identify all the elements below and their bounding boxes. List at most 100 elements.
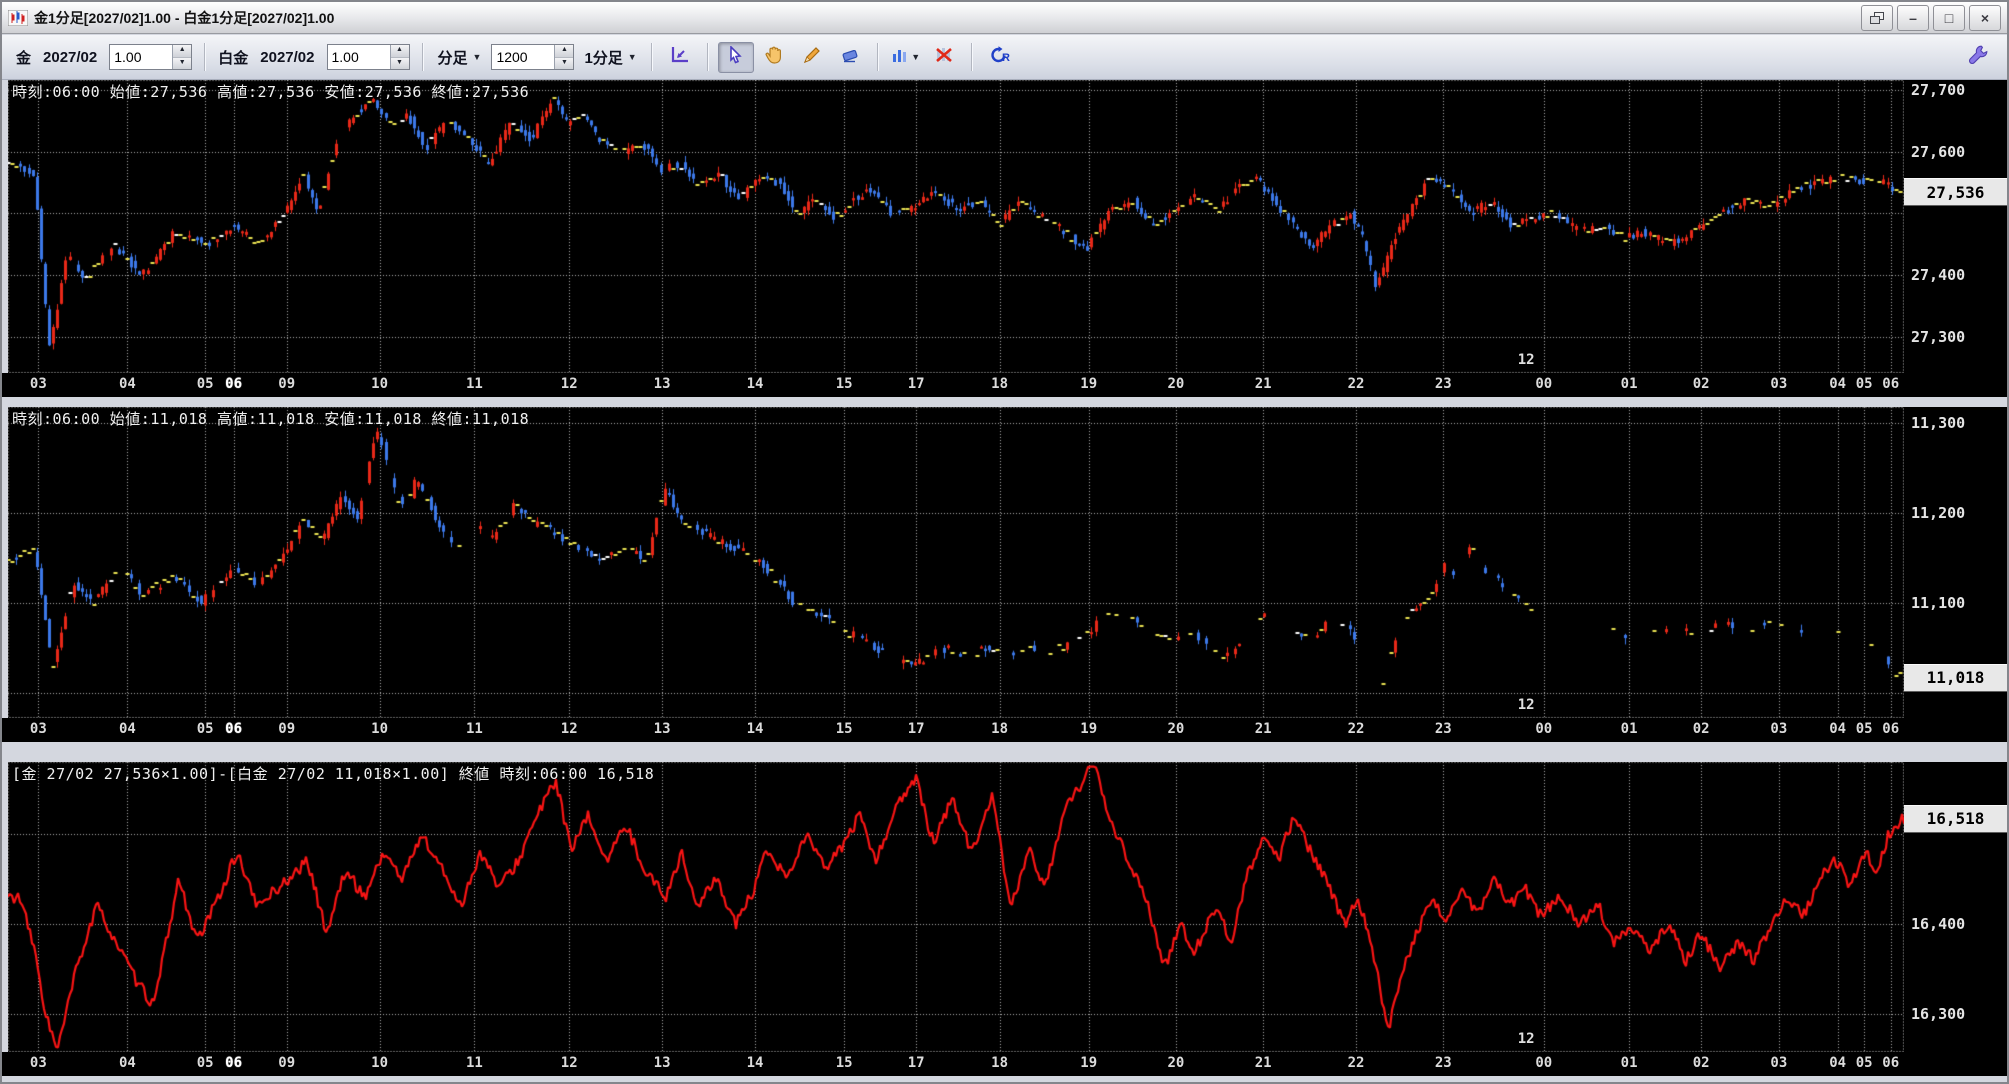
time-axis-label: 17 xyxy=(908,376,925,392)
minimize-icon: – xyxy=(1909,10,1917,26)
cursor-tool-icon xyxy=(727,46,745,69)
time-axis-label: 17 xyxy=(908,1055,925,1071)
gold-chart-canvas[interactable] xyxy=(8,80,1904,373)
axis-scale-tool-button[interactable] xyxy=(662,42,698,73)
time-axis-label: 20 xyxy=(1167,1055,1184,1071)
time-axis-label: 19 xyxy=(1080,721,1097,737)
bar-count-spinner[interactable]: ▲▼ xyxy=(491,44,574,70)
chart-type-tool-button[interactable]: ▼ xyxy=(888,42,924,73)
time-axis: 0304050609101112131415171819202122230001… xyxy=(2,1052,2007,1076)
title-bar[interactable]: 金1分足[2027/02]1.00 - 白金1分足[2027/02]1.00 –… xyxy=(2,2,2007,34)
time-axis-label: 15 xyxy=(836,376,853,392)
float-window-button[interactable] xyxy=(1861,5,1893,31)
spin-down-icon[interactable]: ▼ xyxy=(555,58,573,70)
gold-multiplier-input[interactable] xyxy=(110,45,172,69)
time-axis-label: 22 xyxy=(1348,376,1365,392)
spin-up-icon[interactable]: ▲ xyxy=(391,45,409,58)
time-axis-label: 04 xyxy=(1829,376,1846,392)
time-axis: 0304050609101112131415171819202122230001… xyxy=(2,373,2007,397)
toolbar-separator xyxy=(877,43,879,71)
time-axis-label: 03 xyxy=(30,721,47,737)
time-axis-label: 04 xyxy=(1829,1055,1846,1071)
price-axis-label: 11,100 xyxy=(1911,594,1965,612)
price-axis-label: 16,300 xyxy=(1911,1005,1965,1023)
time-axis-label: 03 xyxy=(30,1055,47,1071)
time-axis-label: 18 xyxy=(991,376,1008,392)
spin-down-icon[interactable]: ▼ xyxy=(391,58,409,70)
time-axis-label: 12 xyxy=(561,376,578,392)
time-axis-label: 01 xyxy=(1621,376,1638,392)
erase-tool-button[interactable] xyxy=(832,42,868,73)
platinum-multiplier-input[interactable] xyxy=(328,45,390,69)
minute-chart-dropdown[interactable]: 分足▼ xyxy=(432,44,488,71)
price-axis-label: 11,300 xyxy=(1911,414,1965,432)
gold-ohlc-readout: 時刻:06:00 始値:27,536 高値:27,536 安値:27,536 終… xyxy=(12,81,529,102)
settings-wrench-button[interactable] xyxy=(1963,42,1993,68)
toolbar-separator xyxy=(204,43,206,71)
float-window-icon xyxy=(1870,12,1884,24)
spin-up-icon[interactable]: ▲ xyxy=(555,45,573,58)
price-axis-label: 27,700 xyxy=(1911,81,1965,99)
time-axis-label: 03 xyxy=(1770,376,1787,392)
time-axis-label: 13 xyxy=(654,1055,671,1071)
platinum-chart-plot[interactable]: 時刻:06:00 始値:11,018 高値:11,018 安値:11,018 終… xyxy=(8,407,1904,718)
time-axis-label: 06 xyxy=(1882,1055,1899,1071)
time-axis-label: 09 xyxy=(278,376,295,392)
time-axis-label: 15 xyxy=(836,1055,853,1071)
svg-text:R: R xyxy=(1002,52,1010,64)
spread-chart-plot[interactable]: [金 27/02 27,536×1.00]-[白金 27/02 11,018×1… xyxy=(8,762,1904,1052)
gold-multiplier-spinner[interactable]: ▲▼ xyxy=(109,44,192,70)
time-axis-label: 10 xyxy=(371,376,388,392)
time-axis-label: 12 xyxy=(561,721,578,737)
time-axis-label: 04 xyxy=(119,721,136,737)
erase-tool-icon xyxy=(840,46,860,69)
spin-down-icon[interactable]: ▼ xyxy=(173,58,191,70)
bar-type-dropdown[interactable]: 1分足▼ xyxy=(578,44,642,71)
time-axis-label: 23 xyxy=(1435,1055,1452,1071)
remove-chart-tool-button[interactable] xyxy=(926,42,962,73)
platinum-ohlc-readout: 時刻:06:00 始値:11,018 高値:11,018 安値:11,018 終… xyxy=(12,408,529,429)
time-axis-label: 06 xyxy=(225,721,242,737)
cursor-tool-button[interactable] xyxy=(718,42,754,73)
time-axis-label: 05 xyxy=(197,376,214,392)
bar-count-input[interactable] xyxy=(492,45,554,69)
reload-tool-button[interactable]: R xyxy=(982,42,1018,73)
minimize-button[interactable]: – xyxy=(1897,5,1929,31)
draw-tool-button[interactable] xyxy=(794,42,830,73)
time-axis-label: 13 xyxy=(654,721,671,737)
chart-type-tool-icon xyxy=(891,46,909,69)
remove-chart-tool-icon xyxy=(934,46,954,69)
platinum-label: 白金 xyxy=(218,47,248,68)
spread-price-axis: 16,40016,30016,518 xyxy=(1904,762,2007,1052)
platinum-chart-canvas[interactable] xyxy=(8,407,1904,718)
time-axis-label: 14 xyxy=(747,376,764,392)
time-axis-label: 09 xyxy=(278,1055,295,1071)
time-axis-label: 18 xyxy=(991,1055,1008,1071)
gold-chart-plot[interactable]: 時刻:06:00 始値:27,536 高値:27,536 安値:27,536 終… xyxy=(8,80,1904,373)
time-axis-label: 11 xyxy=(466,721,483,737)
time-axis-label: 06 xyxy=(1882,376,1899,392)
price-axis-label: 16,400 xyxy=(1911,915,1965,933)
time-axis-label: 23 xyxy=(1435,721,1452,737)
time-axis: 0304050609101112131415171819202122230001… xyxy=(2,718,2007,742)
spin-up-icon[interactable]: ▲ xyxy=(173,45,191,58)
price-axis-label: 27,400 xyxy=(1911,266,1965,284)
time-axis-label: 06 xyxy=(225,376,242,392)
time-axis-label: 03 xyxy=(1770,721,1787,737)
pan-tool-icon xyxy=(764,45,784,70)
date-label: 12 xyxy=(1518,1031,1535,1047)
time-axis-label: 01 xyxy=(1621,1055,1638,1071)
gold-month-label: 2027/02 xyxy=(43,49,97,66)
time-axis-label: 20 xyxy=(1167,721,1184,737)
close-button[interactable]: × xyxy=(1969,5,2001,31)
spread-chart-canvas[interactable] xyxy=(8,762,1904,1052)
date-label: 12 xyxy=(1518,352,1535,368)
time-axis-label: 21 xyxy=(1255,721,1272,737)
time-axis-label: 17 xyxy=(908,721,925,737)
toolbar: 金 2027/02 ▲▼ 白金 2027/02 ▲▼ 分足▼ ▲▼ 1分足▼ ▼… xyxy=(2,35,2007,80)
maximize-button[interactable]: □ xyxy=(1933,5,1965,31)
time-axis-label: 04 xyxy=(119,376,136,392)
platinum-multiplier-spinner[interactable]: ▲▼ xyxy=(327,44,410,70)
time-axis-label: 19 xyxy=(1080,1055,1097,1071)
pan-tool-button[interactable] xyxy=(756,42,792,73)
